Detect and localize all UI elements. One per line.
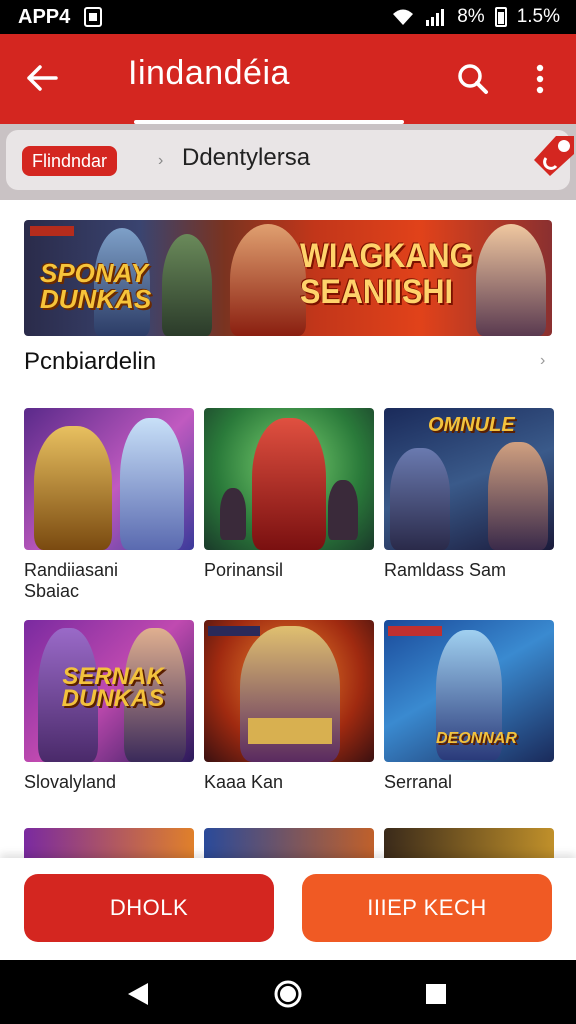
banner-title-right: WIAGKANG SEANIISHI xyxy=(300,238,473,310)
wifi-icon xyxy=(393,9,414,25)
page-title: Iindandéia xyxy=(128,54,290,92)
game-title: Slovalyland xyxy=(24,772,117,792)
chip-separator-icon: › xyxy=(158,152,164,169)
system-nav-bar xyxy=(0,960,576,1024)
nav-home-icon xyxy=(274,980,302,1008)
game-card[interactable]: SERNAK DUNKAS Slovalyland xyxy=(24,620,194,793)
nav-back-button[interactable] xyxy=(118,974,158,1014)
game-title: Serranal xyxy=(384,772,453,792)
status-bar: APP4 8% 1.5% xyxy=(0,0,576,34)
banner-hero-warrior xyxy=(230,224,306,336)
search-strip: Flindndar › Ddentylersa xyxy=(0,124,576,200)
banner-right-line1: WIAGKANG xyxy=(300,237,474,275)
nav-recents-icon xyxy=(426,984,446,1004)
nav-recents-button[interactable] xyxy=(416,974,456,1014)
section-more-chevron-icon[interactable]: › xyxy=(540,352,545,370)
search-input[interactable]: Flindndar › Ddentylersa xyxy=(6,130,574,190)
game-logo: OMNULE xyxy=(428,414,515,436)
game-thumbnail: SERNAK DUNKAS xyxy=(24,620,194,762)
app-bar: Iindandéia xyxy=(0,34,576,124)
search-icon xyxy=(458,64,488,94)
game-title: Kaaa Kan xyxy=(204,772,284,792)
game-logo: SERNAK DUNKAS xyxy=(61,663,165,712)
more-vert-icon xyxy=(536,64,544,94)
game-thumbnail: OMNULE xyxy=(384,408,554,550)
game-title: Randiiasani Sbaiac xyxy=(24,560,119,601)
banner-badge xyxy=(30,226,74,236)
nav-home-button[interactable] xyxy=(268,974,308,1014)
status-left: APP4 xyxy=(18,5,103,29)
status-right: 8% 1.5% xyxy=(391,6,560,28)
banner-left-line1: SPONAY xyxy=(40,258,148,288)
banner-left-line2: DUNKAS xyxy=(40,284,152,314)
game-card-partial[interactable] xyxy=(24,828,194,858)
back-button[interactable] xyxy=(20,56,64,100)
game-thumbnail xyxy=(204,620,374,762)
nav-back-icon xyxy=(128,983,148,1005)
battery-percent: 1.5% xyxy=(516,6,560,27)
signal-icon xyxy=(426,9,445,26)
game-card[interactable]: OMNULE Ramldass Sam xyxy=(384,408,554,581)
game-card[interactable]: Porinansil xyxy=(204,408,374,581)
game-title: Ramldass Sam xyxy=(384,560,507,580)
banner-title-left: SPONAY DUNKAS xyxy=(40,260,151,312)
back-arrow-icon xyxy=(27,65,58,91)
notification-icon xyxy=(84,7,103,27)
section-heading: Pcnbiardelin xyxy=(24,348,157,375)
banner-hero-mid xyxy=(162,234,212,336)
signal-percent: 8% xyxy=(457,6,485,27)
banner-right-line2: SEANIISHI xyxy=(300,273,454,311)
primary-action-button[interactable]: DHOLK xyxy=(24,874,274,942)
status-app-label: APP4 xyxy=(18,5,71,28)
game-card[interactable]: DEONNAR Serranal xyxy=(384,620,554,793)
battery-icon xyxy=(494,7,507,27)
secondary-action-button[interactable]: IIIEP KECH xyxy=(302,874,552,942)
tag-icon[interactable] xyxy=(526,132,576,180)
filter-chip[interactable]: Flindndar xyxy=(22,146,118,176)
game-title: Porinansil xyxy=(204,560,284,580)
more-options-button[interactable] xyxy=(522,58,558,100)
search-button[interactable] xyxy=(452,58,494,100)
game-card-partial[interactable] xyxy=(204,828,374,858)
search-query-text: Ddentylersa xyxy=(182,144,311,171)
banner-hero-woman xyxy=(476,224,546,336)
game-card-partial[interactable] xyxy=(384,828,554,858)
bottom-action-bar: DHOLK IIIEP KECH xyxy=(0,858,576,960)
game-card[interactable]: Kaaa Kan xyxy=(204,620,374,793)
game-thumbnail xyxy=(204,408,374,550)
game-thumbnail: DEONNAR xyxy=(384,620,554,762)
game-card[interactable]: Randiiasani Sbaiac xyxy=(24,408,194,602)
game-thumbnail xyxy=(24,408,194,550)
promo-banner[interactable]: SPONAY DUNKAS WIAGKANG SEANIISHI xyxy=(24,220,552,336)
game-logo: DEONNAR xyxy=(436,730,517,747)
